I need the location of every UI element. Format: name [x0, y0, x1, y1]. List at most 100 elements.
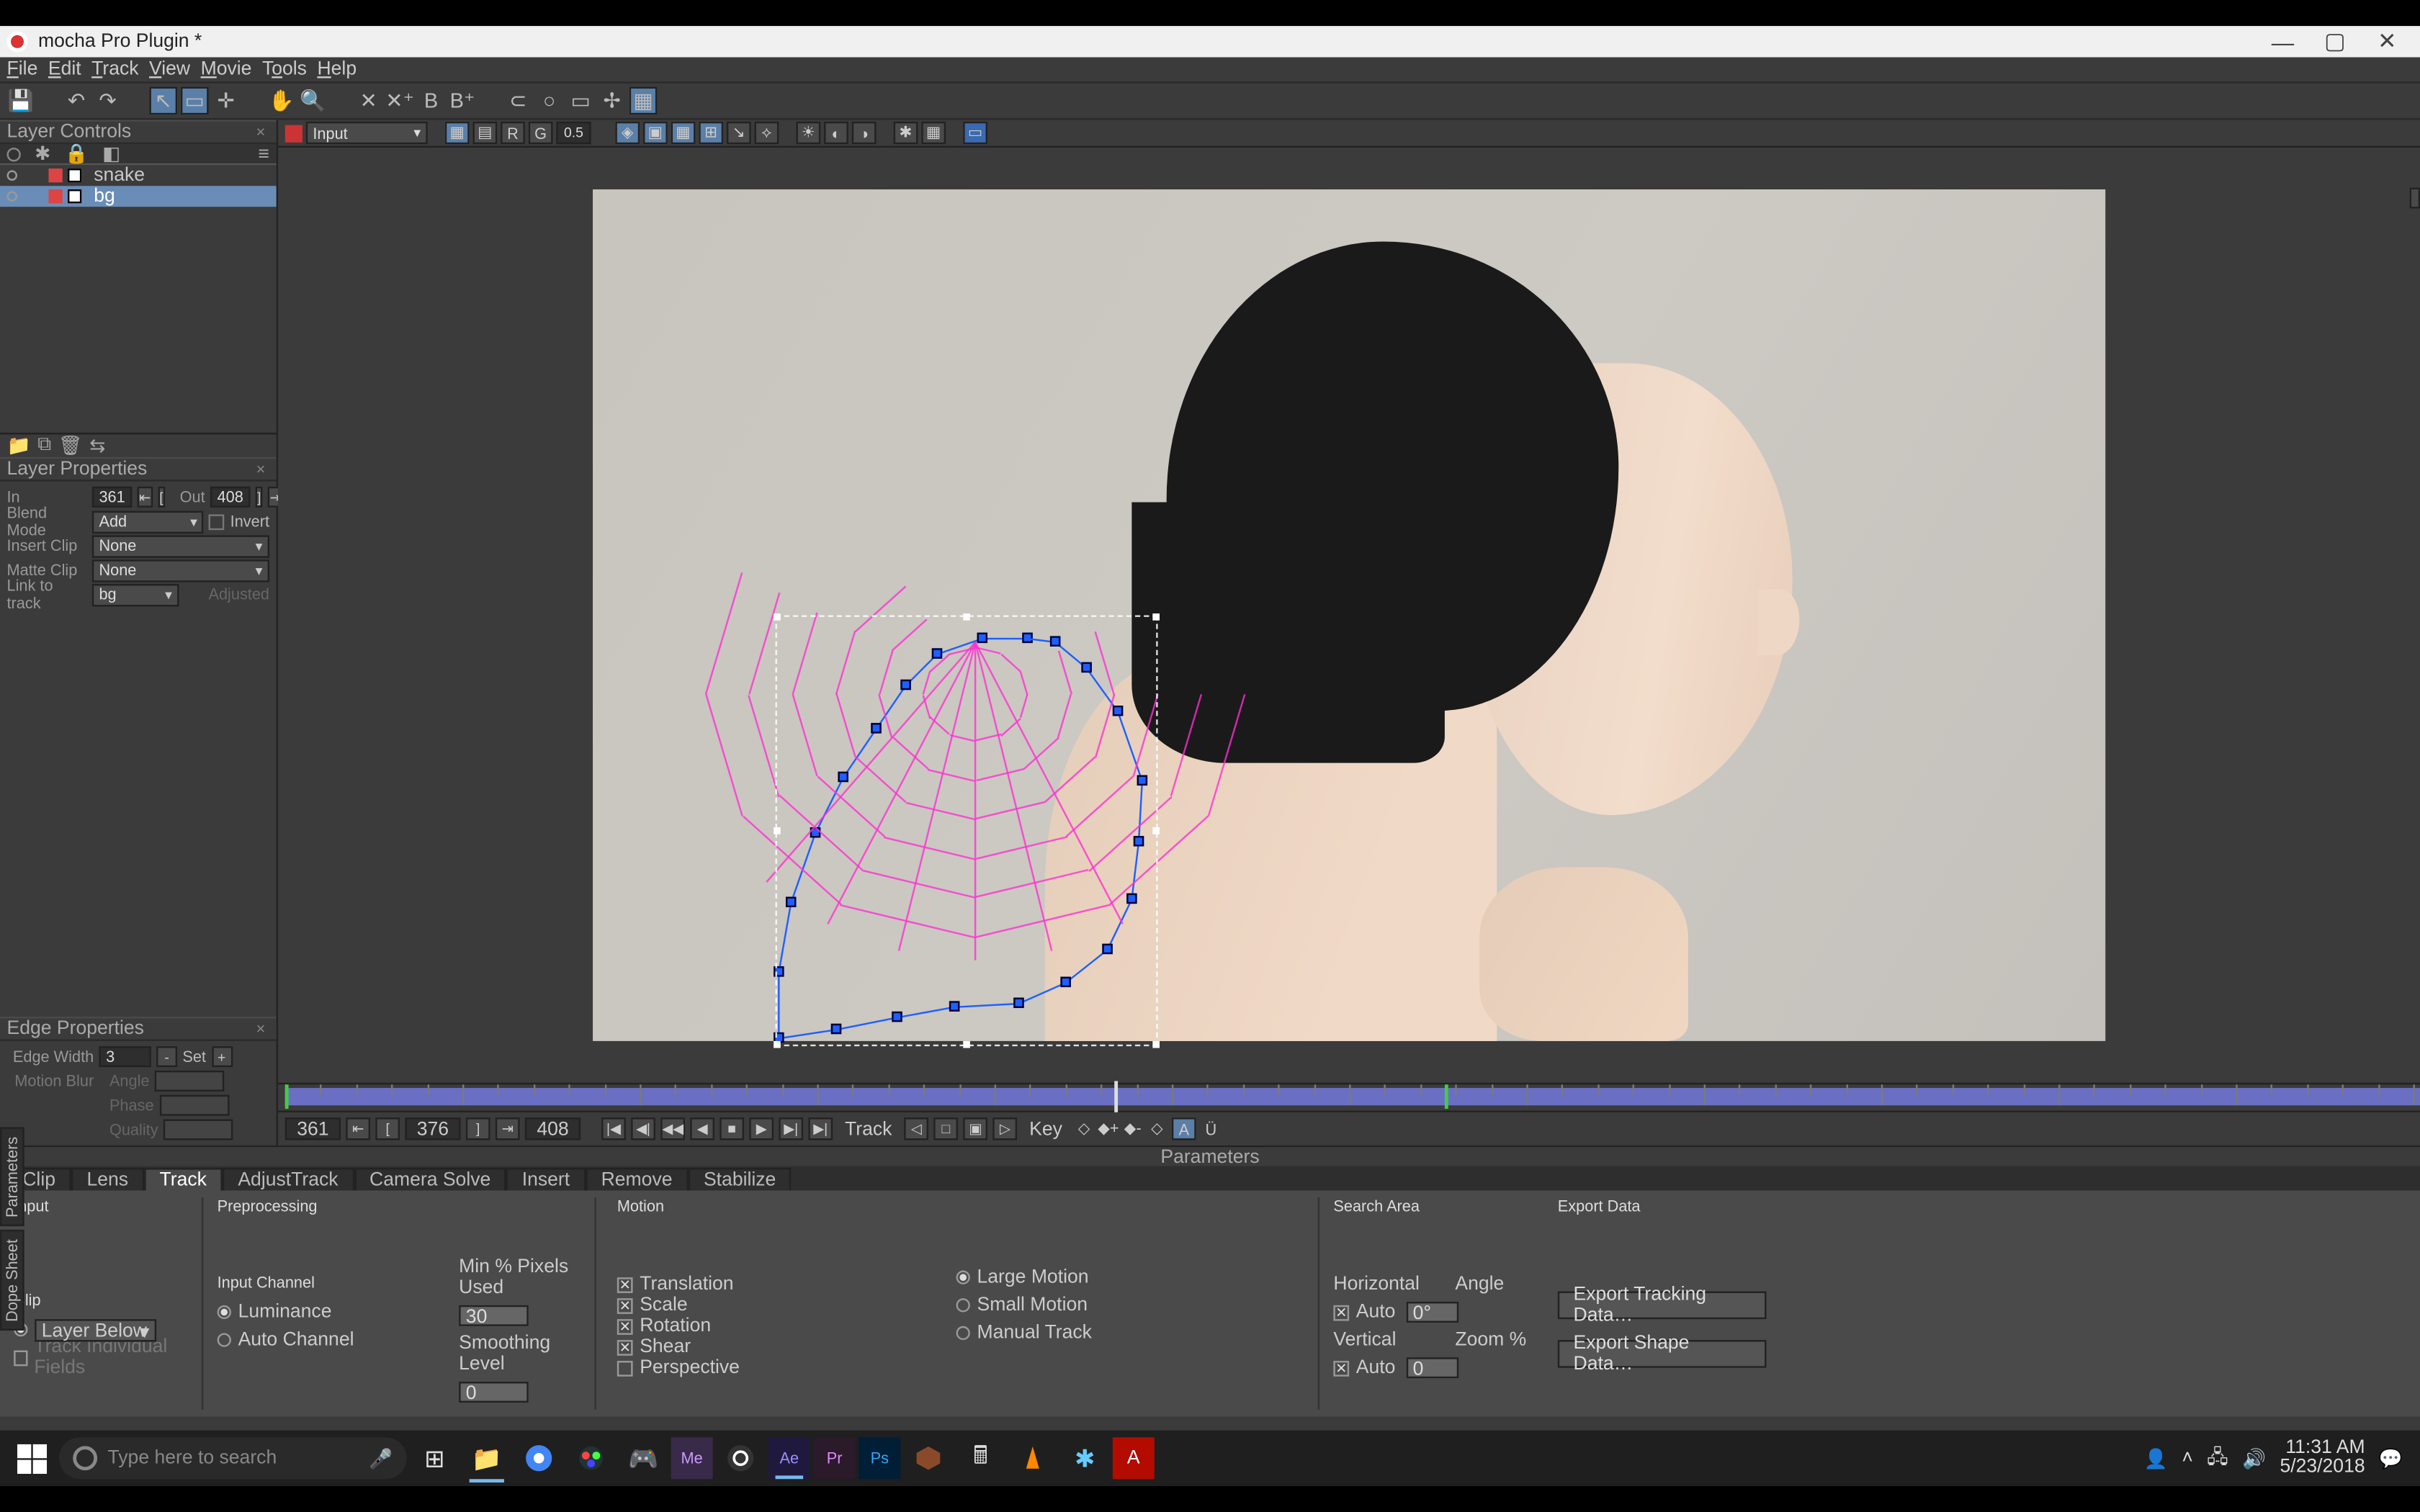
in-set-icon[interactable]: [	[158, 487, 165, 508]
motion-check-rotation[interactable]: ✕Rotation	[617, 1315, 942, 1336]
edge-width-field[interactable]: 3	[99, 1046, 151, 1067]
angle-field[interactable]: 0°	[1406, 1302, 1458, 1323]
delete-icon[interactable]: 🗑	[58, 434, 83, 456]
menu-help[interactable]: Help	[317, 59, 357, 80]
transform-tool-icon[interactable]: ✢	[598, 87, 626, 115]
task-view-icon[interactable]: ⊞	[411, 1434, 460, 1482]
bracket-out-icon[interactable]: ]	[466, 1117, 490, 1140]
undo-icon[interactable]: ↶	[63, 87, 91, 115]
people-icon[interactable]: 👤	[2144, 1447, 2168, 1470]
clip-dropdown[interactable]: Layer Below▾	[35, 1318, 156, 1341]
checkbox-icon[interactable]: ✕	[617, 1318, 633, 1334]
overlay-a-icon[interactable]: ◐	[824, 122, 848, 144]
overlay-b-icon[interactable]: ◑	[852, 122, 877, 144]
show-surface-icon[interactable]: ▣	[643, 122, 668, 144]
calculator-icon[interactable]: 🖩	[956, 1434, 1005, 1482]
layer-menu-icon[interactable]: ≡	[259, 143, 270, 164]
xspline-layer-icon[interactable]: ✕	[354, 87, 382, 115]
frame-mid[interactable]: 376	[405, 1117, 460, 1140]
magnetic-tool-icon[interactable]: ⊂	[504, 87, 532, 115]
menu-movie[interactable]: Movie	[201, 59, 252, 80]
folder-icon[interactable]: 📁	[7, 434, 31, 456]
layer-row[interactable]: bg	[0, 186, 277, 207]
set-out-icon[interactable]: ⇥	[496, 1117, 520, 1140]
track-stop-icon[interactable]: □	[933, 1117, 958, 1140]
checkbox-icon[interactable]: ✕	[617, 1297, 633, 1313]
zoom-tool-icon[interactable]: 🔍	[299, 87, 327, 115]
edge-plus-icon[interactable]: +	[211, 1046, 232, 1067]
taskbar-search[interactable]: Type here to search 🎤	[59, 1437, 407, 1479]
track-individual-checkbox[interactable]	[14, 1349, 27, 1365]
mudbox-icon[interactable]	[904, 1434, 953, 1482]
track-frame-icon[interactable]: ▣	[963, 1117, 987, 1140]
tab-insert[interactable]: Insert	[506, 1168, 586, 1190]
minpix-field[interactable]: 30	[459, 1305, 529, 1326]
tab-track[interactable]: Track	[144, 1168, 223, 1190]
small-motion-radio[interactable]	[956, 1298, 970, 1312]
motion-check-perspective[interactable]: Perspective	[617, 1357, 942, 1378]
show-grid-icon[interactable]: ▦	[671, 122, 696, 144]
in-field[interactable]: 361	[92, 487, 133, 508]
panel-close-icon[interactable]: ×	[252, 1020, 269, 1038]
frame-current[interactable]: 361	[285, 1117, 341, 1140]
rgb-toggle-icon[interactable]: ▦	[445, 122, 470, 144]
track-fwd-icon[interactable]: ▷	[992, 1117, 1017, 1140]
smoothing-field[interactable]: 0	[459, 1382, 529, 1403]
edge-minus-icon[interactable]: -	[156, 1046, 177, 1067]
panel-close-icon[interactable]: ×	[252, 461, 269, 478]
premiere-icon[interactable]: Pr	[814, 1437, 856, 1479]
tab-lens[interactable]: Lens	[71, 1168, 144, 1190]
goto-start-icon[interactable]: |◀	[601, 1117, 626, 1140]
motion-check-translation[interactable]: ✕Translation	[617, 1274, 942, 1295]
out-set-icon[interactable]: ]	[256, 487, 263, 508]
menu-file[interactable]: File	[7, 59, 38, 80]
auto-channel-radio[interactable]	[218, 1333, 231, 1346]
show-tangents-icon[interactable]: ↘	[727, 122, 751, 144]
prev-frame-icon[interactable]: ◀	[690, 1117, 714, 1140]
uberkey-icon[interactable]: Ü	[1201, 1120, 1221, 1139]
vlc-icon[interactable]	[1008, 1434, 1057, 1482]
insert-clip-dropdown[interactable]: None	[92, 534, 269, 557]
zoom-ratio[interactable]: 0.5	[556, 122, 591, 144]
show-trace-icon[interactable]: ⟡	[755, 122, 779, 144]
luminance-radio[interactable]	[218, 1305, 231, 1319]
obs-icon[interactable]	[716, 1434, 765, 1482]
after-effects-icon[interactable]: Ae	[768, 1437, 810, 1479]
visibility-toggle-icon[interactable]	[7, 170, 17, 180]
checkbox-icon[interactable]: ✕	[617, 1339, 633, 1355]
channel-g-icon[interactable]: G	[529, 122, 553, 144]
viewport[interactable]	[278, 148, 2420, 1083]
show-spline-icon[interactable]: ◈	[615, 122, 640, 144]
duplicate-icon[interactable]: ⧉	[37, 434, 51, 456]
motion-check-shear[interactable]: ✕Shear	[617, 1336, 942, 1357]
tab-adjusttrack[interactable]: AdjustTrack	[223, 1168, 354, 1190]
timeline[interactable]	[278, 1083, 2420, 1111]
tray-chevron-icon[interactable]: ˄	[2182, 1448, 2193, 1469]
resolve-icon[interactable]	[567, 1434, 616, 1482]
export-shape-button[interactable]: Export Shape Data…	[1558, 1340, 1767, 1368]
grid-overlay-icon[interactable]: ▦	[921, 122, 946, 144]
show-mesh-icon[interactable]: ⊞	[699, 122, 723, 144]
menu-track[interactable]: Track	[91, 59, 138, 80]
autokey-icon[interactable]: A	[1172, 1117, 1196, 1140]
group-icon[interactable]: ⇆	[89, 434, 105, 456]
channel-r-icon[interactable]: R	[501, 122, 525, 144]
manual-track-radio[interactable]	[956, 1326, 970, 1340]
motion-check-scale[interactable]: ✕Scale	[617, 1295, 942, 1315]
view-dropdown[interactable]: Input	[306, 122, 428, 144]
file-explorer-icon[interactable]: 📁	[462, 1434, 511, 1482]
side-tab-dopesheet[interactable]: Dope Sheet	[0, 1230, 24, 1330]
safe-zone-icon[interactable]: ▭	[963, 122, 987, 144]
select-tool-icon[interactable]: ↖	[149, 87, 177, 115]
stop-icon[interactable]: ■	[720, 1117, 744, 1140]
mic-icon[interactable]: 🎤	[369, 1447, 393, 1470]
tab-camerasolve[interactable]: Camera Solve	[354, 1168, 506, 1190]
network-icon[interactable]: 🖧	[2207, 1441, 2228, 1475]
chrome-icon[interactable]	[514, 1434, 563, 1482]
right-collapse-icon[interactable]	[2410, 188, 2420, 209]
set-in-icon[interactable]: ⇤	[346, 1117, 370, 1140]
layer-color-swatch[interactable]	[48, 189, 62, 203]
matte-clip-dropdown[interactable]: None	[92, 559, 269, 581]
menu-tools[interactable]: Tools	[262, 59, 307, 80]
layer-name[interactable]: snake	[94, 165, 145, 186]
